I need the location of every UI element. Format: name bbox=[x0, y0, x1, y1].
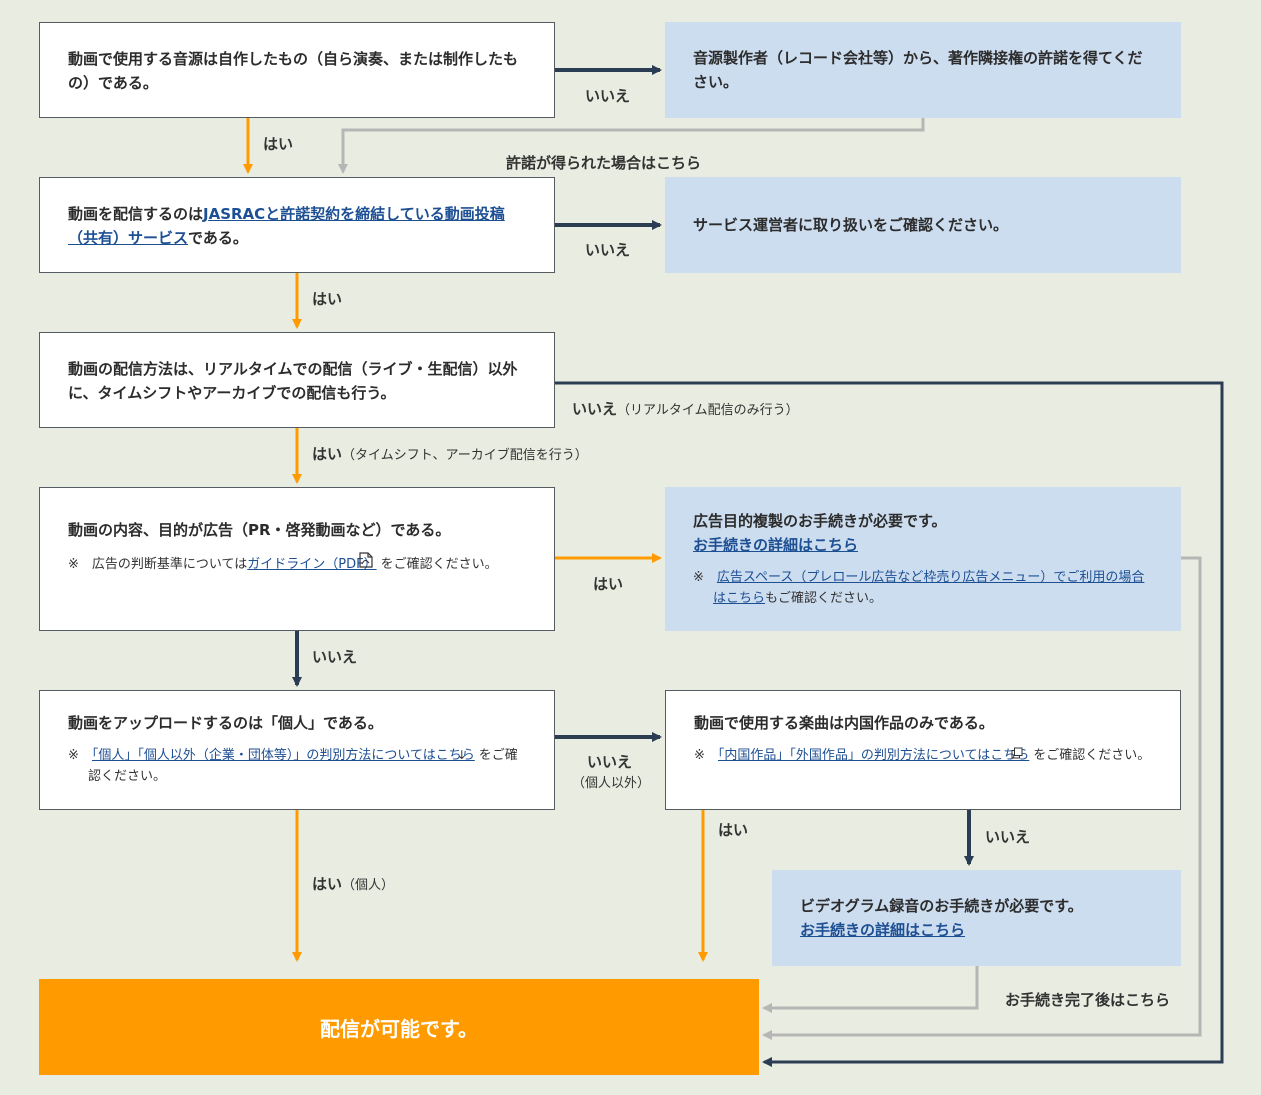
result-distribution-possible: 配信が可能です。 bbox=[39, 979, 759, 1075]
label-q4-yes: はい bbox=[593, 575, 624, 593]
note-text: 広告の判断基準については bbox=[91, 557, 248, 572]
label-q5-yes: はい（個人） bbox=[312, 874, 394, 896]
label-after-permission: 許諾が得られた場合はこちら bbox=[506, 154, 702, 172]
label-q5-no: いいえ （個人以外） bbox=[572, 752, 651, 794]
question-licensed-service-text: 動画を配信するのはJASRACと許諾契約を締結している動画投稿（共有）サービスで… bbox=[68, 202, 526, 250]
answer-videogram-procedure: ビデオグラム録音のお手続きが必要です。 お手続きの詳細はこちら bbox=[772, 870, 1181, 966]
label-q3-yes: はい（タイムシフト、アーカイブ配信を行う） bbox=[312, 444, 588, 466]
guideline-pdf-link[interactable]: ガイドライン（PDF） bbox=[247, 557, 376, 572]
question-own-source: 動画で使用する音源は自作したもの（自ら演奏、または制作したもの）である。 bbox=[39, 22, 555, 118]
answer-ad-procedure-note: ※ 広告スペース（プレロール広告など枠売り広告メニュー）でご利用の場合はこちらも… bbox=[693, 567, 1153, 609]
label-q5-yes-main: はい bbox=[312, 875, 343, 893]
note-mark: ※ bbox=[693, 570, 704, 585]
label-q4-no: いいえ bbox=[312, 648, 358, 666]
answer-get-permission: 音源製作者（レコード会社等）から、著作隣接権の許諾を得てください。 bbox=[665, 22, 1181, 118]
question-own-source-text: 動画で使用する音源は自作したもの（自ら演奏、または制作したもの）である。 bbox=[68, 50, 519, 92]
note-text-post: をご確認ください。 bbox=[380, 557, 498, 572]
label-q3-yes-main: はい bbox=[312, 445, 343, 463]
ad-procedure-details-link[interactable]: お手続きの詳細はこちら bbox=[693, 536, 858, 554]
answer-ad-procedure: 広告目的複製のお手続きが必要です。 お手続きの詳細はこちら ※ 広告スペース（プ… bbox=[665, 487, 1181, 631]
label-q6-no: いいえ bbox=[985, 828, 1031, 846]
videogram-details-link[interactable]: お手続きの詳細はこちら bbox=[800, 921, 965, 939]
question-licensed-service: 動画を配信するのはJASRACと許諾契約を締結している動画投稿（共有）サービスで… bbox=[39, 177, 555, 273]
individual-criteria-link[interactable]: 「個人」「個人以外（企業・団体等）」の判別方法についてはこちら bbox=[92, 748, 475, 763]
note-mark: ※ bbox=[68, 557, 79, 572]
question-distribution-method: 動画の配信方法は、リアルタイムでの配信（ライブ・生配信）以外に、タイムシフトやア… bbox=[39, 332, 555, 428]
label-q1-yes: はい bbox=[263, 135, 294, 153]
answer-videogram-procedure-text: ビデオグラム録音のお手続きが必要です。 bbox=[800, 897, 1083, 915]
answer-ad-procedure-text: 広告目的複製のお手続きが必要です。 bbox=[693, 512, 947, 530]
flowchart: 動画で使用する音源は自作したもの（自ら演奏、または制作したもの）である。 音源製… bbox=[0, 0, 1261, 1095]
label-q5-no-sub: （個人以外） bbox=[572, 776, 651, 791]
label-q5-yes-sub: （個人） bbox=[342, 878, 395, 893]
question-individual-uploader-text: 動画をアップロードするのは「個人」である。 bbox=[68, 714, 383, 732]
label-q3-yes-sub: （タイムシフト、アーカイブ配信を行う） bbox=[342, 448, 588, 463]
question-licensed-service-post: である。 bbox=[188, 229, 248, 247]
question-domestic-works-text: 動画で使用する楽曲は内国作品のみである。 bbox=[694, 714, 994, 732]
label-q6-yes: はい bbox=[718, 821, 749, 839]
question-individual-uploader-note: ※ 「個人」「個人以外（企業・団体等）」の判別方法についてはこちら↓ をご確認くだ… bbox=[68, 748, 518, 784]
question-domestic-works-note: ※ 「内国作品」「外国作品」の判別方法についてはこちら をご確認ください。 bbox=[694, 745, 1152, 766]
note-mark: ※ bbox=[694, 748, 705, 763]
label-q3-no-main: いいえ bbox=[572, 400, 618, 418]
arrow-video-return bbox=[762, 966, 979, 1013]
label-q1-no: いいえ bbox=[585, 87, 631, 105]
answer-check-service: サービス運営者に取り扱いをご確認ください。 bbox=[665, 177, 1181, 273]
question-advertising: 動画の内容、目的が広告（PR・啓発動画など）である。 ※ 広告の判断基準について… bbox=[39, 487, 555, 631]
note-text-post: もご確認ください。 bbox=[765, 591, 883, 606]
label-q3-no: いいえ（リアルタイム配信のみ行う） bbox=[572, 399, 799, 421]
domestic-criteria-link[interactable]: 「内国作品」「外国作品」の判別方法についてはこちら bbox=[718, 748, 1029, 763]
answer-check-service-text: サービス運営者に取り扱いをご確認ください。 bbox=[693, 216, 1009, 234]
question-distribution-method-text: 動画の配信方法は、リアルタイムでの配信（ライブ・生配信）以外に、タイムシフトやア… bbox=[68, 360, 518, 402]
question-individual-uploader: 動画をアップロードするのは「個人」である。 ※ 「個人」「個人以外（企業・団体等… bbox=[39, 690, 555, 810]
label-after-procedure: お手続き完了後はこちら bbox=[1005, 991, 1171, 1009]
label-q3-no-sub: （リアルタイム配信のみ行う） bbox=[617, 403, 799, 418]
question-licensed-service-pre: 動画を配信するのは bbox=[68, 205, 204, 223]
result-distribution-possible-text: 配信が可能です。 bbox=[320, 1016, 478, 1041]
question-advertising-text: 動画の内容、目的が広告（PR・啓発動画など）である。 bbox=[68, 521, 451, 539]
note-text-post: をご確認ください。 bbox=[1033, 748, 1151, 763]
note-mark: ※ bbox=[68, 748, 79, 763]
label-q2-no: いいえ bbox=[585, 241, 631, 259]
answer-get-permission-text: 音源製作者（レコード会社等）から、著作隣接権の許諾を得てください。 bbox=[693, 49, 1143, 91]
question-advertising-note: ※ 広告の判断基準についてはガイドライン（PDF） をご確認ください。 bbox=[68, 552, 526, 575]
label-q5-no-main: いいえ bbox=[586, 753, 632, 771]
label-q2-yes: はい bbox=[312, 290, 343, 308]
question-domestic-works: 動画で使用する楽曲は内国作品のみである。 ※ 「内国作品」「外国作品」の判別方法… bbox=[665, 690, 1181, 810]
